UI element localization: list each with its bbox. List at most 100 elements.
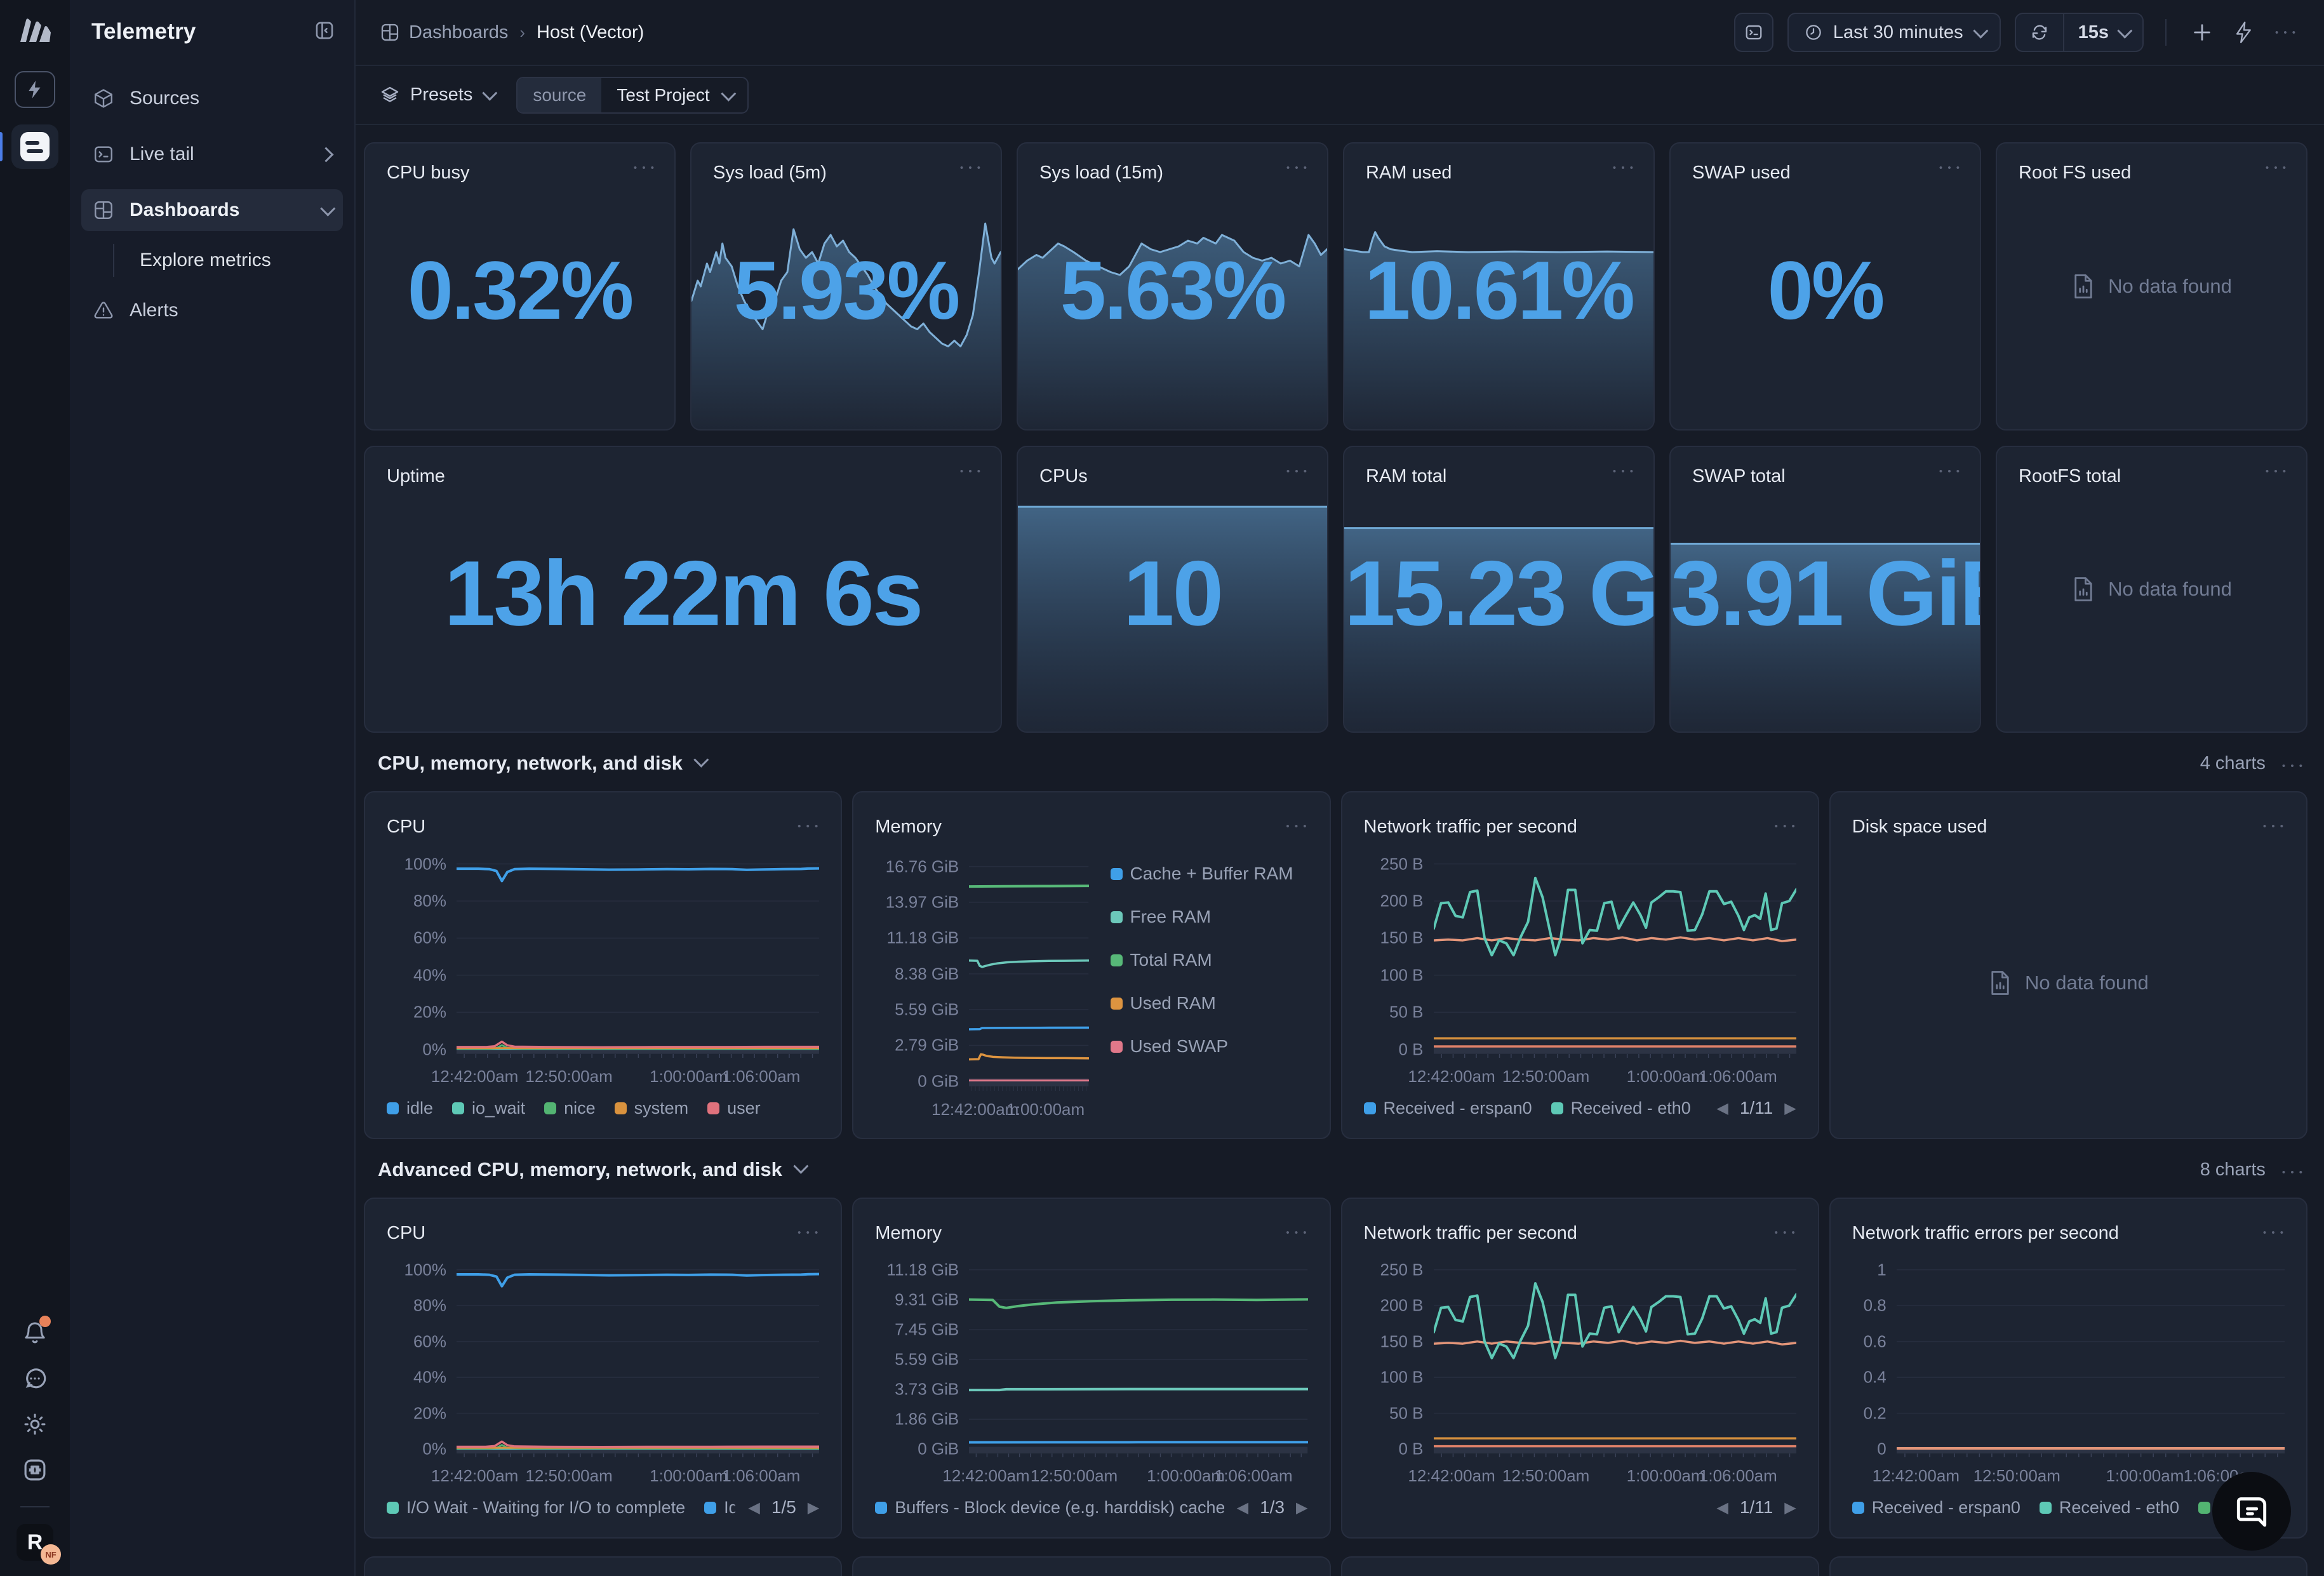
breadcrumb-dashboards[interactable]: Dashboards	[380, 22, 508, 43]
terminal-panel-button[interactable]	[1734, 13, 1773, 52]
time-range-selector[interactable]: Last 30 minutes	[1787, 13, 2001, 52]
sidebar-item-sources[interactable]: Sources	[81, 77, 343, 119]
legend-item[interactable]: Used SWAP	[1111, 1036, 1308, 1057]
x-tick-label: 12:50:00am	[525, 1067, 612, 1086]
legend-item[interactable]: Used RAM	[1111, 993, 1308, 1013]
panel-menu-icon[interactable]	[1286, 1227, 1307, 1239]
refresh-interval-selector[interactable]: 15s	[2064, 14, 2142, 51]
y-tick-label: 9.31 GiB	[895, 1290, 959, 1309]
theme-sun-icon[interactable]	[20, 1410, 50, 1439]
more-options-button[interactable]	[2272, 18, 2300, 46]
panel-menu-icon[interactable]	[1939, 466, 1961, 477]
legend-item[interactable]: Idle	[704, 1498, 735, 1518]
legend-item[interactable]: Free RAM	[1111, 907, 1308, 927]
panel-menu-icon[interactable]	[798, 821, 819, 832]
legend-item[interactable]: Buffers - Block device (e.g. harddisk) c…	[875, 1498, 1224, 1518]
panel-menu-icon[interactable]	[1286, 163, 1308, 174]
legend-pager: ◀1/5▶	[735, 1497, 819, 1518]
legend-swatch	[1111, 911, 1123, 923]
panel-menu-icon[interactable]	[2266, 163, 2287, 174]
legend-swatch	[875, 1502, 887, 1514]
refresh-button[interactable]	[2016, 14, 2063, 51]
plot-area[interactable]	[457, 1253, 819, 1457]
section-menu-icon[interactable]	[2282, 753, 2304, 774]
section-menu-icon[interactable]	[2282, 1159, 2304, 1180]
panel-menu-icon[interactable]	[1286, 466, 1308, 477]
legend-item[interactable]: Received - erspan0	[1852, 1498, 2020, 1518]
brand-logo-icon[interactable]	[18, 17, 52, 42]
feedback-chat-icon[interactable]	[20, 1364, 50, 1393]
chart-card-disk-space: Disk space used No data found	[1829, 791, 2307, 1139]
plot-area[interactable]	[1434, 847, 1796, 1058]
legend-item[interactable]: nice	[544, 1099, 596, 1118]
sidebar-item-explore-metrics[interactable]: Explore metrics	[81, 241, 343, 279]
pager-prev-icon[interactable]: ◀	[1237, 1499, 1248, 1517]
legend-item[interactable]: Cache + Buffer RAM	[1111, 864, 1308, 884]
quick-actions-button[interactable]	[2230, 18, 2258, 46]
section-header-advanced[interactable]: Advanced CPU, memory, network, and disk …	[378, 1158, 2304, 1181]
panel-menu-icon[interactable]	[2263, 1227, 2285, 1239]
pager-next-icon[interactable]: ▶	[1784, 1099, 1796, 1118]
y-tick-label: 1.86 GiB	[895, 1410, 959, 1429]
panel-title: CPUs	[1039, 466, 1088, 487]
app-logo[interactable]: R NF	[17, 1524, 53, 1561]
panel-title: Memory	[875, 1223, 942, 1244]
legend-item[interactable]: I/O Wait - Waiting for I/O to complete	[387, 1498, 685, 1518]
rail-item-telemetry-active[interactable]	[11, 124, 58, 169]
x-axis: 12:42:00am12:50:00am1:00:00am1:06:00am	[1434, 1457, 1796, 1490]
pager-next-icon[interactable]: ▶	[808, 1499, 819, 1517]
terminal-icon	[93, 144, 114, 165]
section-chart-count: 8 charts	[2200, 1159, 2266, 1180]
panel-menu-icon[interactable]	[1939, 163, 1961, 174]
plot-area[interactable]	[1897, 1253, 2285, 1457]
sidebar-item-alerts[interactable]: Alerts	[81, 290, 343, 331]
pager-next-icon[interactable]: ▶	[1296, 1499, 1307, 1517]
panel-menu-icon[interactable]	[1286, 821, 1307, 832]
panel-menu-icon[interactable]	[960, 466, 982, 477]
panel-menu-icon[interactable]	[634, 163, 655, 174]
sidebar-item-live-tail[interactable]: Live tail	[81, 133, 343, 175]
add-panel-button[interactable]	[2188, 18, 2216, 46]
plot-area[interactable]	[457, 847, 819, 1058]
legend-item[interactable]: user	[707, 1099, 761, 1118]
section-header-basic[interactable]: CPU, memory, network, and disk 4 charts	[378, 752, 2304, 775]
panel-menu-icon[interactable]	[1613, 163, 1634, 174]
legend-item[interactable]: Received - eth0	[1551, 1099, 1691, 1118]
legend-item[interactable]: Total RAM	[1111, 950, 1308, 970]
cube-icon	[93, 88, 114, 109]
sidebar-item-dashboards[interactable]: Dashboards	[81, 189, 343, 231]
presets-dropdown[interactable]: Presets	[380, 84, 493, 105]
panel-menu-icon[interactable]	[2266, 466, 2287, 477]
panel-menu-icon[interactable]	[1775, 821, 1796, 832]
plot-area[interactable]	[969, 847, 1088, 1091]
legend-item[interactable]: Received - erspan0	[1364, 1099, 1532, 1118]
pager-next-icon[interactable]: ▶	[1784, 1499, 1796, 1517]
main-area: Dashboards › Host (Vector) Last 30 minut…	[356, 0, 2324, 1576]
legend-item[interactable]: idle	[387, 1099, 433, 1118]
command-menu-icon[interactable]	[20, 1455, 50, 1485]
y-tick-label: 0 B	[1398, 1439, 1423, 1459]
plot-area[interactable]	[1434, 1253, 1796, 1457]
panel-menu-icon[interactable]	[2263, 821, 2285, 832]
legend-item[interactable]: io_wait	[452, 1099, 525, 1118]
help-chat-fab[interactable]	[2212, 1472, 2291, 1551]
plot-area[interactable]	[969, 1253, 1307, 1457]
panel-menu-icon[interactable]	[1613, 466, 1634, 477]
source-filter[interactable]: source Test Project	[516, 77, 748, 114]
panel-menu-icon[interactable]	[1775, 1227, 1796, 1239]
y-axis: 250 B200 B150 B100 B50 B0 B	[1364, 1253, 1434, 1457]
pager-prev-icon[interactable]: ◀	[1716, 1099, 1728, 1118]
panel-menu-icon[interactable]	[960, 163, 982, 174]
y-tick-label: 100 B	[1380, 965, 1424, 985]
legend-swatch	[1111, 1041, 1123, 1053]
pager-prev-icon[interactable]: ◀	[1716, 1499, 1728, 1517]
sidebar-collapse-icon[interactable]	[314, 20, 335, 44]
pager-prev-icon[interactable]: ◀	[748, 1499, 759, 1517]
legend-item[interactable]: Received - eth0	[2040, 1498, 2179, 1518]
legend-item[interactable]: system	[615, 1099, 689, 1118]
panel-title: Uptime	[387, 466, 445, 487]
notifications-bell-icon[interactable]	[20, 1318, 50, 1347]
quickstart-icon[interactable]	[15, 71, 55, 108]
breadcrumb: Dashboards › Host (Vector)	[380, 22, 644, 43]
panel-menu-icon[interactable]	[798, 1227, 819, 1239]
